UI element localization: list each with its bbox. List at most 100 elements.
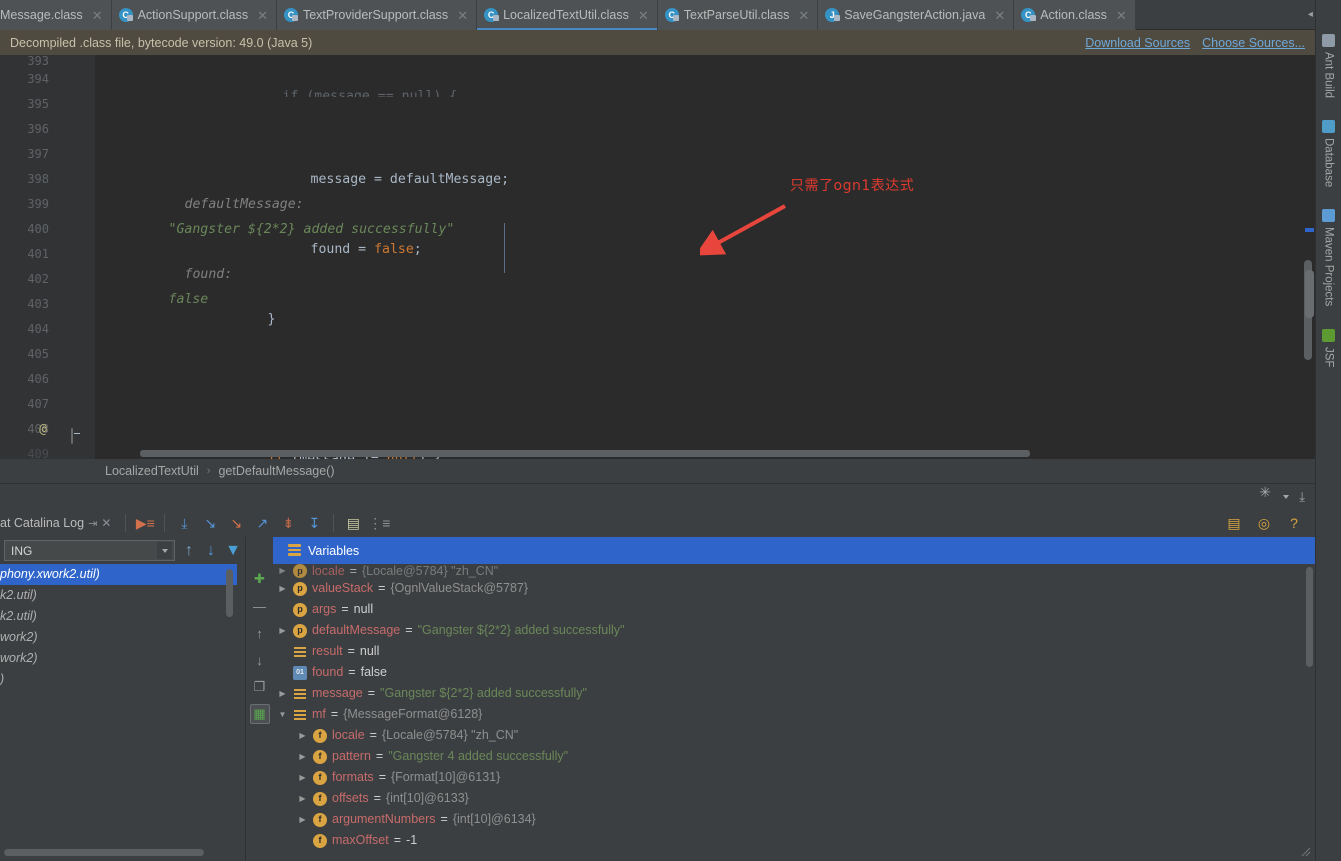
step-over-icon[interactable]: ⤓ — [173, 512, 195, 534]
layout-settings-icon[interactable]: ▤ — [1223, 512, 1245, 534]
close-icon[interactable]: ✕ — [257, 9, 268, 22]
expand-twisty-icon[interactable]: ▶ — [297, 725, 308, 746]
expand-twisty-icon[interactable]: ▶ — [297, 767, 308, 788]
variables-vertical-scrollbar[interactable] — [1306, 567, 1313, 667]
frames-vertical-scrollbar[interactable] — [226, 569, 233, 617]
variable-row[interactable]: ▼ mf = {MessageFormat@6128} — [273, 704, 1307, 725]
variable-row[interactable]: ▶ f argumentNumbers = {int[10]@6134} — [273, 809, 1307, 830]
chevron-down-icon[interactable] — [1283, 494, 1290, 499]
variable-row[interactable]: ▶ f pattern = "Gangster 4 added successf… — [273, 746, 1307, 767]
variable-value: "Gangster 4 added successfully" — [388, 749, 569, 763]
variable-row[interactable]: ▶ p locale = {Locale@5784} "zh_CN" — [273, 564, 1307, 578]
new-watch-icon[interactable]: ✚ — [250, 569, 270, 589]
download-sources-link[interactable]: Download Sources — [1085, 36, 1190, 50]
pin-icon[interactable]: ⇥ — [88, 517, 97, 530]
editor-tab-action[interactable]: C Action.class ✕ — [1014, 0, 1136, 30]
editor-gutter[interactable]: 393 394 395 396 397 398 399 400 401 402 … — [0, 55, 95, 459]
resize-grip-icon[interactable] — [1301, 847, 1311, 857]
move-down-icon[interactable]: ↓ — [250, 650, 270, 670]
hide-icon[interactable]: ⤓ — [1299, 489, 1305, 505]
frame-row[interactable]: work2) — [0, 648, 237, 669]
run-to-cursor-icon[interactable]: ↧ — [303, 512, 325, 534]
close-icon[interactable]: ✕ — [994, 9, 1005, 22]
close-icon[interactable]: ✕ — [1116, 9, 1127, 22]
variable-row[interactable]: ▶ p defaultMessage = "Gangster ${2*2} ad… — [273, 620, 1307, 641]
breadcrumb-method[interactable]: getDefaultMessage() — [218, 464, 334, 478]
inspect-icon[interactable]: ▦ — [249, 704, 270, 724]
expand-twisty-icon[interactable]: ▶ — [277, 578, 288, 599]
frames-horizontal-scrollbar[interactable] — [4, 849, 204, 856]
breadcrumb-class[interactable]: LocalizedTextUtil — [105, 464, 199, 478]
close-icon[interactable]: ✕ — [798, 9, 809, 22]
editor-tab-savegangsteraction[interactable]: J SaveGangsterAction.java ✕ — [818, 0, 1015, 30]
sidebar-item-jsf[interactable]: JSF — [1322, 321, 1335, 381]
variable-row[interactable]: ▶ f formats = {Format[10]@6131} — [273, 767, 1307, 788]
editor-tab-textparseutil[interactable]: C TextParseUtil.class ✕ — [657, 0, 819, 30]
watches-icon[interactable]: ⋮≡ — [368, 512, 390, 534]
force-step-into-icon[interactable]: ↘ — [225, 512, 247, 534]
expand-twisty-icon[interactable]: ▶ — [297, 746, 308, 767]
variable-row[interactable]: ▶ message = "Gangster ${2*2} added succe… — [273, 683, 1307, 704]
frame-row[interactable]: k2.util) — [0, 585, 237, 606]
remove-watch-icon[interactable]: — — [250, 596, 270, 616]
choose-sources-link[interactable]: Choose Sources... — [1202, 36, 1305, 50]
variable-row[interactable]: ▶ 01 found = false — [273, 662, 1307, 683]
close-icon[interactable]: ✕ — [457, 9, 468, 22]
variables-header[interactable]: collapse-icon Variables — [273, 537, 1315, 564]
thread-selector[interactable]: ING — [4, 540, 175, 561]
sidebar-item-database[interactable]: Database — [1322, 112, 1335, 201]
arrow-down-icon[interactable]: ↓ — [203, 542, 219, 559]
annotation-marker-icon[interactable]: @ — [39, 417, 47, 442]
expand-twisty-icon[interactable]: ▶ — [297, 809, 308, 830]
expand-twisty-icon[interactable]: ▶ — [277, 566, 288, 576]
step-out-icon[interactable]: ↗ — [251, 512, 273, 534]
evaluate-expression-icon[interactable]: ▤ — [342, 512, 364, 534]
variable-row[interactable]: ▶ result = null — [273, 641, 1307, 662]
editor-tab-textprovidersupport[interactable]: C TextProviderSupport.class ✕ — [276, 0, 478, 30]
expand-twisty-icon[interactable]: ▶ — [277, 620, 288, 641]
sidebar-item-ant-build[interactable]: Ant Build — [1322, 26, 1335, 112]
variable-row[interactable]: ▶ f offsets = {int[10]@6133} — [273, 788, 1307, 809]
breadcrumb[interactable]: LocalizedTextUtil › getDefaultMessage() — [0, 459, 1315, 483]
expand-twisty-icon[interactable]: ▶ — [277, 683, 288, 704]
gear-icon[interactable] — [1259, 484, 1273, 503]
editor-minimap-scrollbar[interactable] — [1305, 270, 1314, 318]
variables-list[interactable]: ▶ p locale = {Locale@5784} "zh_CN" ▶ p v… — [273, 564, 1307, 861]
editor-tab-localizedtextutil[interactable]: C LocalizedTextUtil.class ✕ — [477, 0, 658, 30]
code-fold-icon[interactable] — [62, 424, 73, 444]
line-number: 409 — [27, 447, 49, 459]
frame-row[interactable]: work2) — [0, 627, 237, 648]
editor-tab-actionsupport[interactable]: C ActionSupport.class ✕ — [111, 0, 277, 30]
frames-list[interactable]: phony.xwork2.util) k2.util) k2.util) wor… — [0, 564, 237, 841]
show-execution-point-icon[interactable]: ▶≡ — [134, 512, 156, 534]
close-icon[interactable]: ✕ — [638, 9, 649, 22]
frame-row[interactable]: ) — [0, 669, 237, 690]
chevron-down-icon[interactable] — [157, 542, 172, 559]
frame-row[interactable]: phony.xwork2.util) — [0, 564, 237, 585]
sidebar-item-maven-projects[interactable]: Maven Projects — [1322, 201, 1335, 320]
frame-row[interactable]: k2.util) — [0, 606, 237, 627]
editor-tab-message[interactable]: Message.class ✕ — [0, 0, 112, 30]
filter-icon[interactable]: ▼ — [225, 542, 241, 559]
variable-row[interactable]: ▶ p valueStack = {OgnlValueStack@5787} — [273, 578, 1307, 599]
mute-breakpoints-icon[interactable]: ◎ — [1253, 512, 1275, 534]
close-icon[interactable]: ✕ — [92, 9, 103, 22]
move-up-icon[interactable]: ↑ — [250, 623, 270, 643]
variable-row[interactable]: ▶ f locale = {Locale@5784} "zh_CN" — [273, 725, 1307, 746]
code-editor[interactable]: 393 394 395 396 397 398 399 400 401 402 … — [0, 55, 1315, 459]
line-number: 405 — [27, 347, 49, 361]
help-icon[interactable]: ? — [1283, 512, 1305, 534]
expand-twisty-icon[interactable]: ▶ — [297, 788, 308, 809]
class-icon: C — [664, 8, 679, 22]
debug-session-tab[interactable]: at Catalina Log ⇥ ✕ — [0, 516, 117, 530]
close-icon[interactable]: ✕ — [101, 516, 111, 530]
collapse-twisty-icon[interactable]: ▼ — [277, 704, 288, 725]
arrow-up-icon[interactable]: ↑ — [181, 542, 197, 559]
variable-row[interactable]: ▶ p args = null — [273, 599, 1307, 620]
step-into-icon[interactable]: ↘ — [199, 512, 221, 534]
equals-sign: = — [330, 707, 339, 721]
variable-row[interactable]: ▶ f maxOffset = -1 — [273, 830, 1307, 851]
drop-frame-icon[interactable]: ⇟ — [277, 512, 299, 534]
editor-horizontal-scrollbar[interactable] — [140, 450, 1030, 457]
copy-value-icon[interactable]: ❐ — [250, 677, 270, 697]
